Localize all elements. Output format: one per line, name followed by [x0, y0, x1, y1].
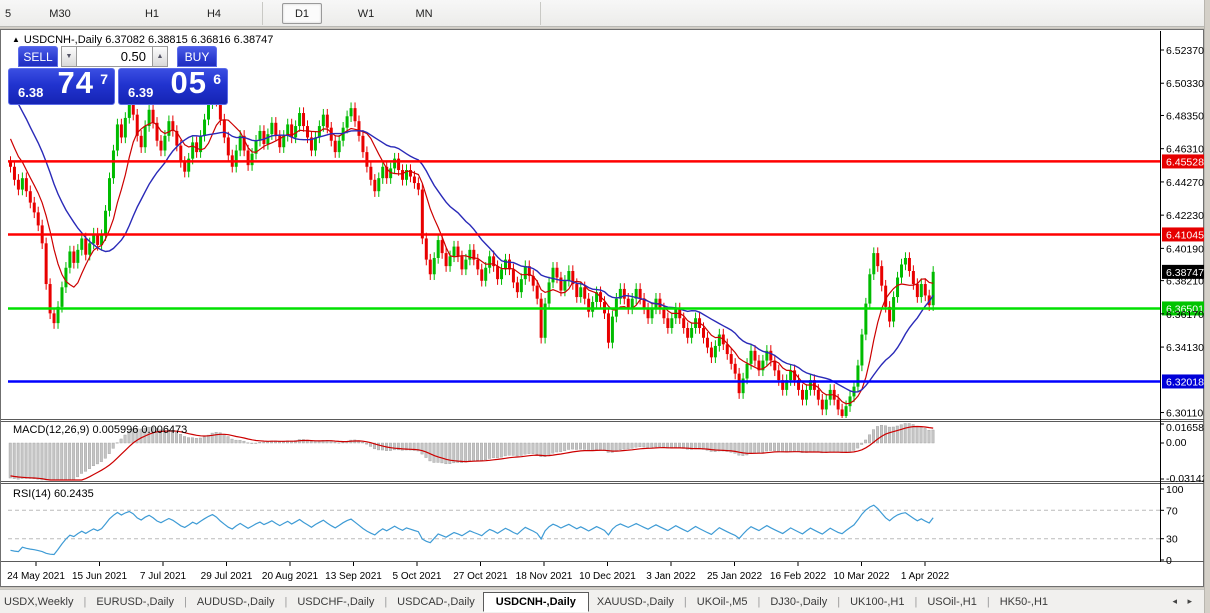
- ma-slow-line: [11, 87, 934, 392]
- toolbar-separator: [262, 2, 263, 25]
- svg-text:6.42230: 6.42230: [1166, 210, 1204, 222]
- svg-text:6.41045: 6.41045: [1166, 229, 1204, 241]
- timeframe-button-h1[interactable]: H1: [134, 3, 170, 24]
- chart-tab-eurusd-daily[interactable]: EURUSD-,Daily: [92, 593, 178, 611]
- chart-tab-xauusd-daily[interactable]: XAUUSD-,Daily: [593, 593, 678, 611]
- timeframe-button-m30[interactable]: M30: [40, 3, 80, 24]
- svg-text:6.38747: 6.38747: [1166, 267, 1204, 279]
- svg-text:0.00: 0.00: [1166, 437, 1187, 449]
- candles-layer: [9, 84, 935, 418]
- tab-separator: |: [981, 596, 996, 608]
- sell-price-prefix: 6.38: [18, 85, 43, 100]
- svg-text:15 Jun 2021: 15 Jun 2021: [72, 571, 127, 582]
- price-chart[interactable]: 6.455286.410456.365016.320186.523706.503…: [0, 29, 1204, 587]
- sell-button[interactable]: SELL: [18, 46, 58, 67]
- volume-input[interactable]: [77, 46, 152, 67]
- svg-text:18 Nov 2021: 18 Nov 2021: [516, 571, 573, 582]
- tab-separator: |: [678, 596, 693, 608]
- svg-text:5 Oct 2021: 5 Oct 2021: [393, 571, 442, 582]
- rsi-indicator-label: RSI(14) 60.2435: [13, 488, 94, 500]
- buy-price-main: 05: [171, 65, 207, 101]
- chart-tab-hk50-h1[interactable]: HK50-,H1: [996, 593, 1052, 611]
- chart-tab-usdcad-daily[interactable]: USDCAD-,Daily: [393, 593, 479, 611]
- buy-price-prefix: 6.39: [128, 85, 153, 100]
- chart-tab-ukoil-m5[interactable]: UKOil-,M5: [693, 593, 752, 611]
- svg-text:6.46310: 6.46310: [1166, 144, 1204, 156]
- price-axis-layer: 6.455286.410456.365016.320186.523706.503…: [1160, 45, 1204, 420]
- rsi-pane: 100 70 30 0: [8, 484, 1184, 567]
- svg-text:6.36170: 6.36170: [1166, 309, 1204, 321]
- horizontal-levels-layer: [8, 161, 1160, 381]
- timeframe-button-h4[interactable]: H4: [196, 3, 232, 24]
- tab-separator: |: [178, 596, 193, 608]
- buy-button[interactable]: BUY: [177, 46, 217, 67]
- buy-price-pip: 6: [213, 71, 221, 87]
- tab-separator: |: [908, 596, 923, 608]
- buy-price-box[interactable]: 6.39 05 6: [118, 68, 228, 105]
- macd-pane: 0.0165860.00-0.031421: [9, 422, 1204, 485]
- chart-tab-usdcnh-daily[interactable]: USDCNH-,Daily: [483, 592, 589, 612]
- macd-indicator-label: MACD(12,26,9) 0.005996 0.006473: [13, 424, 187, 436]
- svg-text:29 Jul 2021: 29 Jul 2021: [201, 571, 253, 582]
- timeframe-button-d1[interactable]: D1: [282, 3, 322, 24]
- svg-text:3 Jan 2022: 3 Jan 2022: [646, 571, 696, 582]
- symbol-ohlc-text: USDCNH-,Daily 6.37082 6.38815 6.36816 6.…: [24, 34, 274, 46]
- chart-tab-dj30-daily[interactable]: DJ30-,Daily: [766, 593, 831, 611]
- tab-separator: |: [77, 596, 92, 608]
- rsi-line: [11, 505, 934, 554]
- timeframe-button-5[interactable]: 5: [0, 3, 16, 24]
- tab-separator: |: [831, 596, 846, 608]
- svg-text:6.50330: 6.50330: [1166, 78, 1204, 90]
- timeframe-button-w1[interactable]: W1: [346, 3, 386, 24]
- tab-scroll-arrows[interactable]: ◂ ▸: [1172, 596, 1196, 607]
- svg-text:25 Jan 2022: 25 Jan 2022: [707, 571, 762, 582]
- volume-increase-button[interactable]: ▲: [152, 46, 168, 67]
- chart-symbol-header: ▲ USDCNH-,Daily 6.37082 6.38815 6.36816 6…: [12, 34, 273, 46]
- chart-tab-uk100-h1[interactable]: UK100-,H1: [846, 593, 908, 611]
- svg-text:6.45528: 6.45528: [1166, 156, 1204, 168]
- svg-text:6.30110: 6.30110: [1166, 408, 1203, 420]
- svg-text:7 Jul 2021: 7 Jul 2021: [140, 571, 187, 582]
- timeframe-toolbar: 5 M30 H1 H4 D1 W1 MN: [0, 0, 1210, 27]
- volume-decrease-button[interactable]: ▼: [61, 46, 77, 67]
- svg-text:27 Oct 2021: 27 Oct 2021: [453, 571, 508, 582]
- svg-text:24 May 2021: 24 May 2021: [7, 571, 65, 582]
- svg-text:16 Feb 2022: 16 Feb 2022: [770, 571, 827, 582]
- svg-text:13 Sep 2021: 13 Sep 2021: [325, 571, 382, 582]
- svg-text:30: 30: [1166, 534, 1178, 546]
- collapse-triangle-icon[interactable]: ▲: [12, 35, 20, 44]
- svg-text:100: 100: [1166, 484, 1184, 496]
- chart-tab-bar: USDX,Weekly|EURUSD-,Daily|AUDUSD-,Daily|…: [0, 589, 1204, 613]
- svg-text:20 Aug 2021: 20 Aug 2021: [262, 571, 319, 582]
- window-edge-strip: [1204, 0, 1210, 613]
- svg-text:70: 70: [1166, 505, 1178, 517]
- svg-text:0: 0: [1166, 555, 1172, 567]
- svg-text:6.48350: 6.48350: [1166, 110, 1204, 122]
- tab-separator: |: [751, 596, 766, 608]
- chart-tab-audusd-daily[interactable]: AUDUSD-,Daily: [193, 593, 279, 611]
- timeframe-button-mn[interactable]: MN: [404, 3, 444, 24]
- svg-text:6.44270: 6.44270: [1166, 177, 1204, 189]
- svg-text:6.32018: 6.32018: [1166, 376, 1204, 388]
- moving-averages-layer: [11, 87, 934, 404]
- chart-tab-usoil-h1[interactable]: USOil-,H1: [923, 593, 981, 611]
- svg-text:0.016586: 0.016586: [1166, 422, 1204, 434]
- svg-text:6.52370: 6.52370: [1166, 45, 1204, 57]
- chart-tab-usdx-weekly[interactable]: USDX,Weekly: [0, 593, 77, 611]
- svg-text:1 Apr 2022: 1 Apr 2022: [901, 571, 950, 582]
- svg-text:10 Mar 2022: 10 Mar 2022: [833, 571, 890, 582]
- date-axis-layer: 24 May 2021 15 Jun 2021 7 Jul 2021 29 Jul 2…: [7, 562, 950, 582]
- tab-separator: |: [278, 596, 293, 608]
- sell-price-box[interactable]: 6.38 74 7: [8, 68, 115, 105]
- toolbar-separator: [540, 2, 541, 25]
- sell-price-main: 74: [58, 65, 94, 101]
- tab-separator: |: [378, 596, 393, 608]
- sell-price-pip: 7: [100, 71, 108, 87]
- svg-text:6.40190: 6.40190: [1166, 243, 1204, 255]
- svg-text:6.34130: 6.34130: [1166, 342, 1204, 354]
- svg-text:10 Dec 2021: 10 Dec 2021: [579, 571, 636, 582]
- chart-tab-usdchf-daily[interactable]: USDCHF-,Daily: [293, 593, 378, 611]
- one-click-trade-panel: SELL ▼ ▲ BUY 6.38 74 7 6.39 05 6: [8, 46, 228, 105]
